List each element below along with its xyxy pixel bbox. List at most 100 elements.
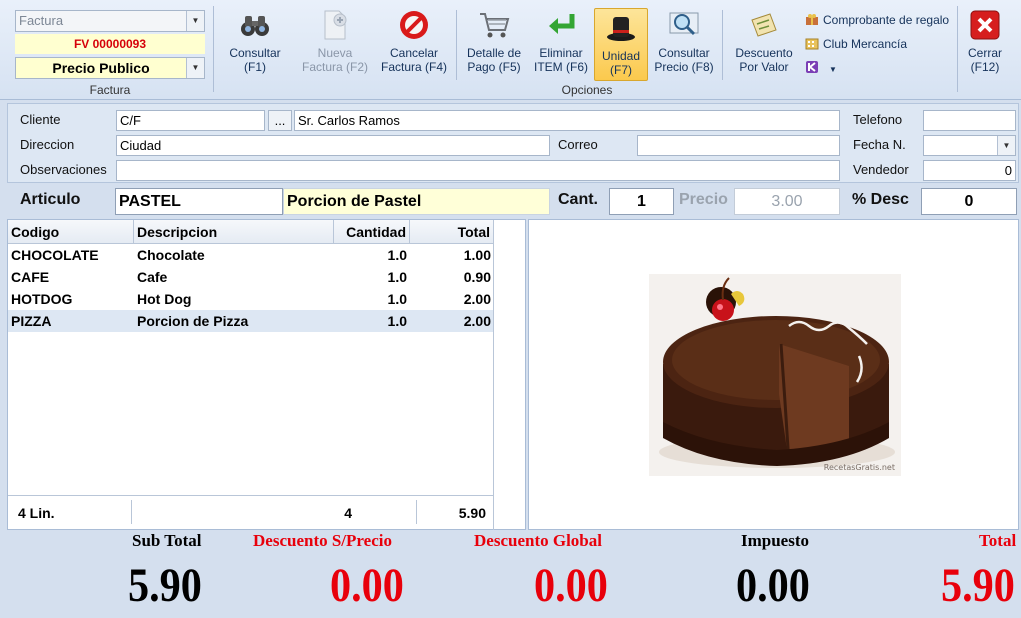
chevron-down-icon[interactable]: ▼: [186, 58, 204, 78]
cancel-icon: [400, 11, 428, 39]
items-grid[interactable]: Codigo Descripcion Cantidad Total CHOCOL…: [7, 219, 526, 531]
cliente-label: Cliente: [20, 112, 61, 127]
price-list-value: Precio Publico: [52, 60, 150, 76]
descuento-valor-button[interactable]: Descuento Por Valor: [730, 6, 798, 84]
cell-descripcion: Chocolate: [137, 247, 205, 263]
image-watermark: RecetasGratis.net: [824, 463, 895, 472]
articulo-label: Articulo: [20, 191, 81, 208]
cancelar-factura-button[interactable]: Cancelar Factura (F4): [378, 6, 450, 84]
telefono-input[interactable]: [923, 110, 1016, 131]
table-row[interactable]: CAFE Cafe 1.0 0.90: [8, 266, 493, 288]
new-document-icon: [324, 10, 347, 40]
building-icon: [805, 38, 819, 50]
observaciones-label: Observaciones: [20, 162, 107, 177]
vendedor-input[interactable]: 0: [923, 160, 1016, 181]
fecha-input[interactable]: ▼: [923, 135, 1016, 156]
impuesto-value: 0.00: [736, 559, 810, 612]
total-value: 5.90: [941, 559, 1015, 612]
column-header-codigo[interactable]: Codigo: [8, 220, 134, 244]
cell-total: 2.00: [463, 291, 491, 307]
desc-label: % Desc: [852, 191, 909, 208]
close-icon: [970, 10, 1000, 40]
eliminar-item-button[interactable]: Eliminar ITEM (F6): [531, 6, 591, 84]
chevron-down-icon[interactable]: ▼: [186, 11, 204, 31]
cant-input[interactable]: 1: [609, 188, 674, 215]
consultar-precio-label: Consultar Precio (F8): [654, 46, 714, 74]
club-mercancia-label: Club Mercancía: [823, 37, 908, 51]
cant-label: Cant.: [558, 191, 598, 208]
footer-divider: [131, 500, 132, 524]
cell-descripcion: Cafe: [137, 269, 168, 285]
detalle-pago-label: Detalle de Pago (F5): [466, 46, 522, 74]
desc-precio-label: Descuento S/Precio: [253, 531, 392, 550]
fecha-label: Fecha N.: [853, 137, 906, 152]
cell-codigo: CAFE: [11, 269, 50, 285]
footer-divider: [8, 495, 493, 496]
cell-cantidad: 1.0: [387, 313, 407, 329]
correo-input[interactable]: [637, 135, 840, 156]
group-label-factura: Factura: [89, 83, 131, 97]
chevron-down-icon[interactable]: ▼: [997, 136, 1015, 155]
articulo-code-input[interactable]: PASTEL: [115, 188, 283, 215]
cell-cantidad: 1.0: [387, 269, 407, 285]
footer-divider: [416, 500, 417, 524]
cliente-code-input[interactable]: C/F: [116, 110, 265, 131]
column-header-descripcion[interactable]: Descripcion: [134, 220, 334, 244]
cell-cantidad: 1.0: [387, 291, 407, 307]
table-row-selected[interactable]: PIZZA Porcion de Pizza 1.0 2.00: [8, 310, 493, 332]
cell-codigo: CHOCOLATE: [11, 247, 99, 263]
group-label-opciones: Opciones: [561, 83, 613, 97]
observaciones-input[interactable]: [116, 160, 840, 181]
articulo-description: Porcion de Pastel: [283, 188, 550, 215]
top-hat-icon: [607, 17, 635, 41]
cell-total: 2.00: [463, 313, 491, 329]
magnifier-icon: [669, 12, 699, 36]
cell-descripcion: Porcion de Pizza: [137, 313, 249, 329]
comprobante-regalo-label: Comprobante de regalo: [823, 13, 950, 27]
direccion-input[interactable]: Ciudad: [116, 135, 550, 156]
cerrar-button[interactable]: Cerrar (F12): [962, 6, 1008, 84]
club-mercancia-button[interactable]: Club Mercancía: [805, 35, 907, 53]
nueva-factura-label: Nueva Factura (F2): [301, 46, 368, 74]
desc-global-label: Descuento Global: [474, 531, 602, 550]
button-separator: [722, 10, 723, 80]
vendedor-label: Vendedor: [853, 162, 909, 177]
client-panel: Cliente C/F ... Sr. Carlos Ramos Direcci…: [7, 103, 1019, 183]
price-list-combo[interactable]: Precio Publico ▼: [15, 57, 205, 79]
table-row[interactable]: CHOCOLATE Chocolate 1.0 1.00: [8, 244, 493, 266]
unidad-label: Unidad (F7): [601, 49, 641, 77]
comprobante-regalo-button[interactable]: Comprobante de regalo: [805, 11, 949, 29]
gift-icon: [806, 14, 818, 25]
telefono-label: Telefono: [853, 112, 903, 127]
unidad-button[interactable]: Unidad (F7): [594, 8, 648, 81]
client-browse-button[interactable]: ...: [268, 110, 292, 131]
k-logo-icon: [806, 61, 818, 73]
cell-descripcion: Hot Dog: [137, 291, 192, 307]
nueva-factura-button[interactable]: Nueva Factura (F2): [298, 6, 372, 84]
product-image-panel: RecetasGratis.net: [528, 219, 1019, 530]
consultar-button[interactable]: Consultar (F1): [222, 6, 288, 84]
consultar-precio-button[interactable]: Consultar Precio (F8): [653, 6, 715, 84]
chevron-down-icon[interactable]: ▼: [829, 65, 837, 74]
detalle-pago-button[interactable]: Detalle de Pago (F5): [462, 6, 526, 84]
cliente-name-input[interactable]: Sr. Carlos Ramos: [294, 110, 840, 131]
footer-line-count: 4 Lin.: [18, 505, 55, 521]
descuento-valor-label: Descuento Por Valor: [735, 46, 793, 74]
invoice-number: FV 00000093: [15, 34, 205, 54]
cerrar-label: Cerrar (F12): [967, 46, 1002, 74]
subtotal-label: Sub Total: [132, 531, 202, 550]
k-menu-button[interactable]: ▼: [805, 59, 837, 77]
cell-cantidad: 1.0: [387, 247, 407, 263]
footer-total: 5.90: [458, 505, 486, 521]
precio-input: 3.00: [734, 188, 840, 215]
column-header-cantidad[interactable]: Cantidad: [334, 220, 410, 244]
column-header-total[interactable]: Total: [410, 220, 494, 244]
impuesto-label: Impuesto: [741, 531, 810, 550]
consultar-label: Consultar (F1): [229, 46, 281, 74]
group-separator: [213, 6, 214, 92]
cell-codigo: HOTDOG: [11, 291, 73, 307]
doc-type-combo[interactable]: Factura ▼: [15, 10, 205, 32]
cell-total: 0.90: [463, 269, 491, 285]
desc-input[interactable]: 0: [921, 188, 1017, 215]
table-row[interactable]: HOTDOG Hot Dog 1.0 2.00: [8, 288, 493, 310]
